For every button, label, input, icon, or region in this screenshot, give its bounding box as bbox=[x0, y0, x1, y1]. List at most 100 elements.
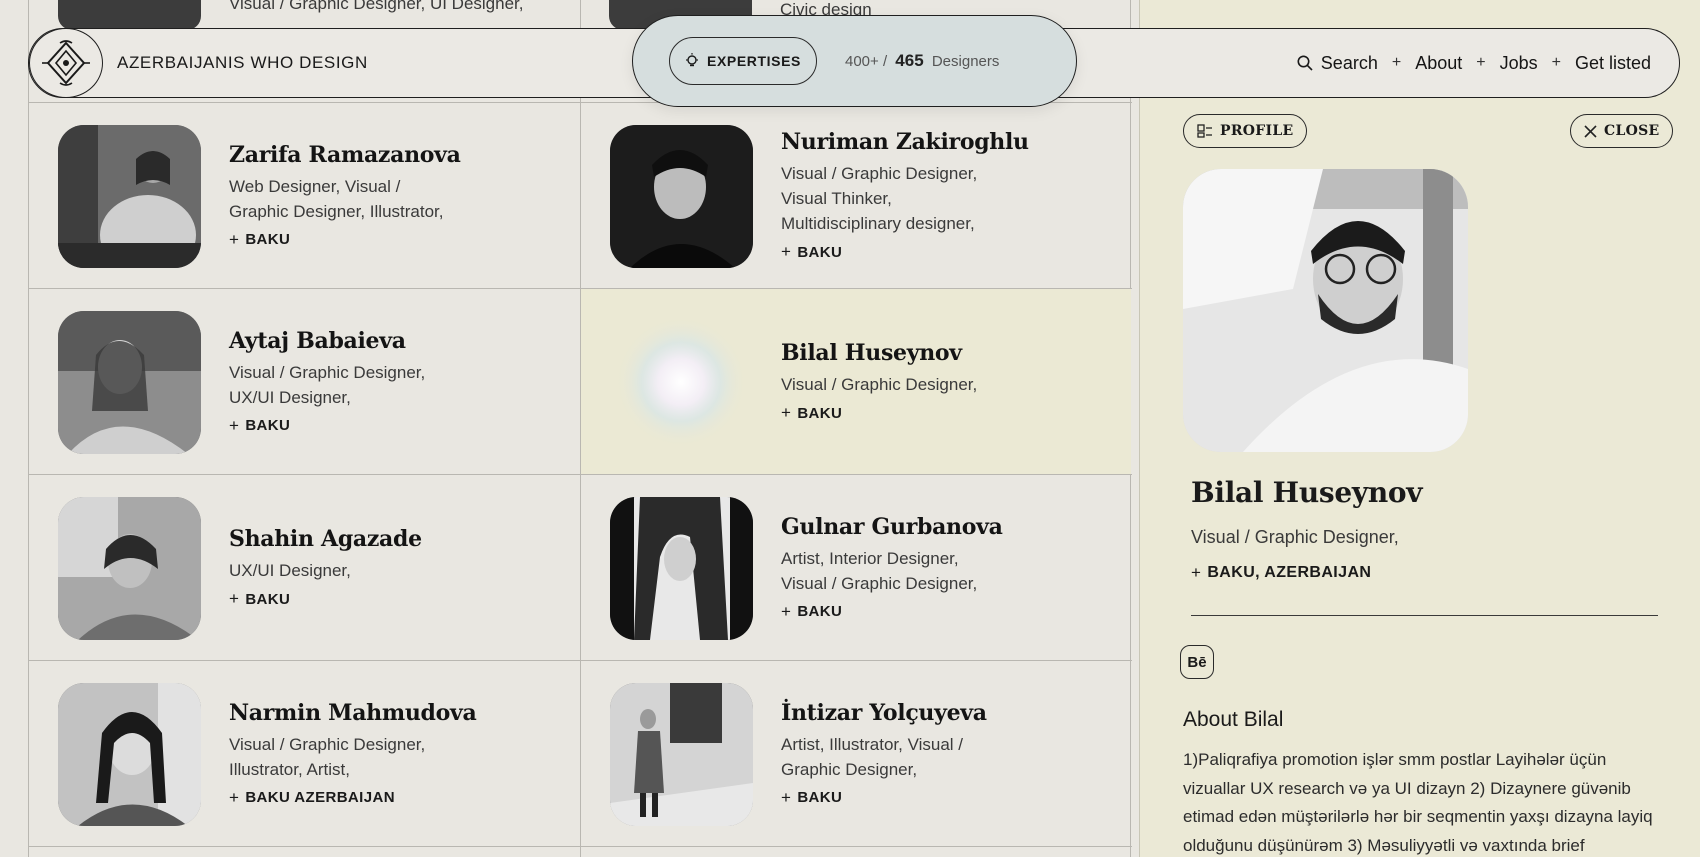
role-line: Artist, Interior Designer, bbox=[781, 548, 959, 568]
designer-card[interactable]: İntizar Yolçuyeva Artist, Illustrator, V… bbox=[581, 661, 1131, 846]
page: Visual / Graphic Designer, UI Designer, … bbox=[0, 0, 1700, 857]
profile-button[interactable]: PROFILE bbox=[1183, 114, 1308, 148]
expertises-button[interactable]: EXPERTISES bbox=[669, 37, 817, 85]
designer-photo[interactable] bbox=[58, 0, 201, 30]
designer-roles: Visual / Graphic Designer, Visual Thinke… bbox=[781, 161, 1121, 236]
about-text: 1)Paliqrafiya promotion işlər smm postla… bbox=[1183, 750, 1653, 855]
ornament-logo-icon[interactable] bbox=[29, 28, 103, 98]
profile-location: + BAKU, AZERBAIJAN bbox=[1191, 563, 1371, 583]
designer-photo bbox=[610, 683, 753, 826]
designer-card[interactable]: Narmin Mahmudova Visual / Graphic Design… bbox=[29, 661, 579, 846]
city-label: BAKU bbox=[797, 603, 843, 620]
designer-info: Narmin Mahmudova Visual / Graphic Design… bbox=[229, 661, 569, 846]
profile-roles: Visual / Graphic Designer, bbox=[1191, 527, 1399, 547]
expertises-label: EXPERTISES bbox=[707, 53, 801, 69]
designer-name[interactable]: Nuriman Zakiroghlu bbox=[781, 129, 1121, 155]
city-label: BAKU bbox=[245, 590, 291, 608]
designer-card[interactable]: Aytaj Babaieva Visual / Graphic Designer… bbox=[29, 289, 579, 474]
designer-roles: Visual / Graphic Designer, UI Designer, bbox=[229, 0, 524, 13]
profile-card-icon bbox=[1197, 124, 1212, 138]
role-line: Visual / Graphic Designer, bbox=[229, 734, 426, 754]
nav-get-listed[interactable]: Get listed bbox=[1575, 53, 1651, 74]
designer-name[interactable]: Gulnar Gurbanova bbox=[781, 514, 1121, 540]
designer-roles: Visual / Graphic Designer, UX/UI Designe… bbox=[229, 360, 569, 410]
close-button[interactable]: CLOSE bbox=[1570, 114, 1674, 148]
role-line: Artist, Illustrator, Visual / bbox=[781, 734, 964, 754]
role-line: Graphic Designer, bbox=[781, 759, 918, 779]
nav-separator: + bbox=[1391, 54, 1402, 71]
designer-card-selected[interactable]: Bilal Huseynov Visual / Graphic Designer… bbox=[581, 289, 1131, 474]
placeholder-avatar bbox=[610, 311, 753, 454]
designer-card[interactable]: Nuriman Zakiroghlu Visual / Graphic Desi… bbox=[581, 103, 1131, 288]
designer-card[interactable]: Gulnar Gurbanova Artist, Interior Design… bbox=[581, 475, 1131, 660]
designer-info: Nuriman Zakiroghlu Visual / Graphic Desi… bbox=[781, 103, 1121, 288]
profile-panel: PROFILE CLOSE Bilal Huseynov Visual / Gr… bbox=[1139, 0, 1700, 857]
plus-icon: + bbox=[229, 787, 240, 807]
designer-city: + BAKU bbox=[781, 602, 1121, 622]
designer-photo bbox=[610, 497, 753, 640]
designer-info: Bilal Huseynov Visual / Graphic Designer… bbox=[781, 289, 1121, 474]
count-suffix: Designers bbox=[931, 53, 1000, 70]
brand-title[interactable]: AZERBAIJANIS WHO DESIGN bbox=[117, 29, 368, 97]
role-line: Visual / Graphic Designer, bbox=[229, 362, 426, 382]
nav-separator: + bbox=[1476, 54, 1486, 71]
city-label: BAKU bbox=[245, 231, 291, 248]
designer-roles: Web Designer, Visual / Graphic Designer,… bbox=[229, 174, 569, 224]
designer-roles: UX/UI Designer, bbox=[229, 558, 569, 583]
designer-name[interactable]: Zarifa Ramazanova bbox=[229, 142, 569, 168]
role-line: Visual Thinker, bbox=[781, 189, 892, 208]
plus-icon: + bbox=[1191, 563, 1202, 582]
designer-photo bbox=[58, 125, 201, 268]
role-line: Multidisciplinary designer, bbox=[781, 214, 975, 233]
about-heading: About Bilal bbox=[1183, 708, 1284, 731]
grid-divider bbox=[29, 846, 1132, 847]
nav-jobs[interactable]: Jobs bbox=[1500, 53, 1538, 74]
plus-icon: + bbox=[229, 229, 240, 249]
designer-roles: Artist, Illustrator, Visual / Graphic De… bbox=[781, 732, 1121, 782]
count-total: 400+ / bbox=[845, 53, 888, 70]
nav-search-label: Search bbox=[1320, 52, 1378, 73]
plus-icon: + bbox=[781, 787, 792, 807]
designer-city: + BAKU bbox=[781, 242, 1121, 262]
city-label: BAKU bbox=[797, 789, 843, 806]
city-label: BAKU bbox=[797, 243, 843, 261]
city-label: BAKU AZERBAIJAN bbox=[245, 789, 395, 806]
location-label: BAKU, AZERBAIJAN bbox=[1207, 564, 1372, 581]
designer-city: + BAKU bbox=[781, 788, 1121, 808]
nav-separator: + bbox=[1551, 54, 1561, 71]
plus-icon: + bbox=[781, 601, 792, 621]
designer-card[interactable]: Shahin Agazade UX/UI Designer, + BAKU bbox=[29, 475, 579, 660]
close-icon bbox=[1584, 124, 1597, 138]
plus-icon: + bbox=[229, 415, 240, 435]
plus-icon: + bbox=[229, 589, 240, 608]
designer-photo bbox=[58, 311, 201, 454]
role-line: Web Designer, Visual / bbox=[229, 176, 401, 196]
designer-name[interactable]: Narmin Mahmudova bbox=[229, 700, 569, 726]
designer-card[interactable]: Zarifa Ramazanova Web Designer, Visual /… bbox=[29, 103, 579, 288]
profile-name: Bilal Huseynov bbox=[1191, 476, 1423, 509]
profile-label: PROFILE bbox=[1220, 123, 1294, 139]
role-line: UX/UI Designer, bbox=[229, 561, 351, 580]
designer-name[interactable]: İntizar Yolçuyeva bbox=[781, 700, 1121, 726]
role-line: Graphic Designer, Illustrator, bbox=[229, 201, 444, 221]
role-line: Illustrator, Artist, bbox=[229, 759, 350, 779]
designer-photo bbox=[58, 497, 201, 640]
designer-name[interactable]: Shahin Agazade bbox=[229, 526, 569, 552]
designer-name[interactable]: Bilal Huseynov bbox=[781, 340, 1121, 366]
plus-icon: + bbox=[781, 403, 792, 422]
nav-about[interactable]: About bbox=[1415, 53, 1462, 74]
nav-search[interactable]: Search bbox=[1297, 53, 1378, 74]
search-icon bbox=[1297, 55, 1313, 71]
main-nav: Search + About + Jobs + Get listed bbox=[1297, 29, 1651, 97]
designer-info: Shahin Agazade UX/UI Designer, + BAKU bbox=[229, 475, 569, 660]
close-label: CLOSE bbox=[1604, 123, 1660, 139]
designer-name[interactable]: Aytaj Babaieva bbox=[229, 328, 569, 354]
role-line: Visual / Graphic Designer, bbox=[781, 375, 978, 394]
role-line: Visual / Graphic Designer, bbox=[781, 164, 978, 183]
designer-photo bbox=[58, 683, 201, 826]
designer-photo bbox=[610, 125, 753, 268]
designer-roles: Visual / Graphic Designer, Illustrator, … bbox=[229, 732, 569, 782]
behance-link-icon[interactable]: Bē bbox=[1180, 645, 1214, 679]
lightbulb-icon bbox=[686, 53, 699, 67]
expertise-filter-pill: EXPERTISES 400+ / 465 Designers bbox=[632, 15, 1077, 107]
